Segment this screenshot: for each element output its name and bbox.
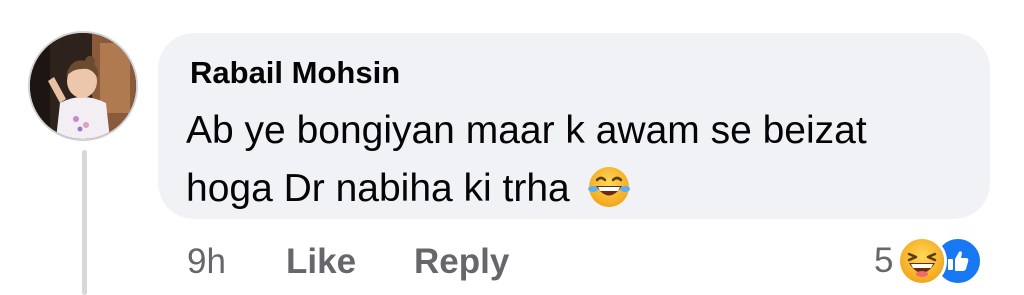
comment-time[interactable]: 9h (187, 242, 226, 282)
author-name[interactable]: Rabail Mohsin (190, 55, 400, 91)
laughing-crying-emoji-icon (587, 165, 631, 219)
comment-text-line-2: hoga Dr nabiha ki trha (186, 165, 631, 219)
avatar[interactable] (30, 33, 136, 139)
thread-line (82, 150, 87, 295)
like-button[interactable]: Like (286, 242, 356, 282)
avatar-image (30, 33, 136, 139)
comment-text-line-1: Ab ye bongiyan maar k awam se beizat (186, 109, 867, 152)
reactions-summary[interactable]: 5 (874, 236, 984, 286)
comment-item: Rabail Mohsin Ab ye bongiyan maar k awam… (0, 0, 1024, 295)
comment-text-line-2-text: hoga Dr nabiha ki trha (186, 167, 570, 210)
reaction-count: 5 (874, 241, 894, 280)
haha-reaction-icon (897, 236, 948, 286)
reply-button[interactable]: Reply (414, 242, 509, 282)
comment-bubble: Rabail Mohsin Ab ye bongiyan maar k awam… (158, 33, 990, 219)
